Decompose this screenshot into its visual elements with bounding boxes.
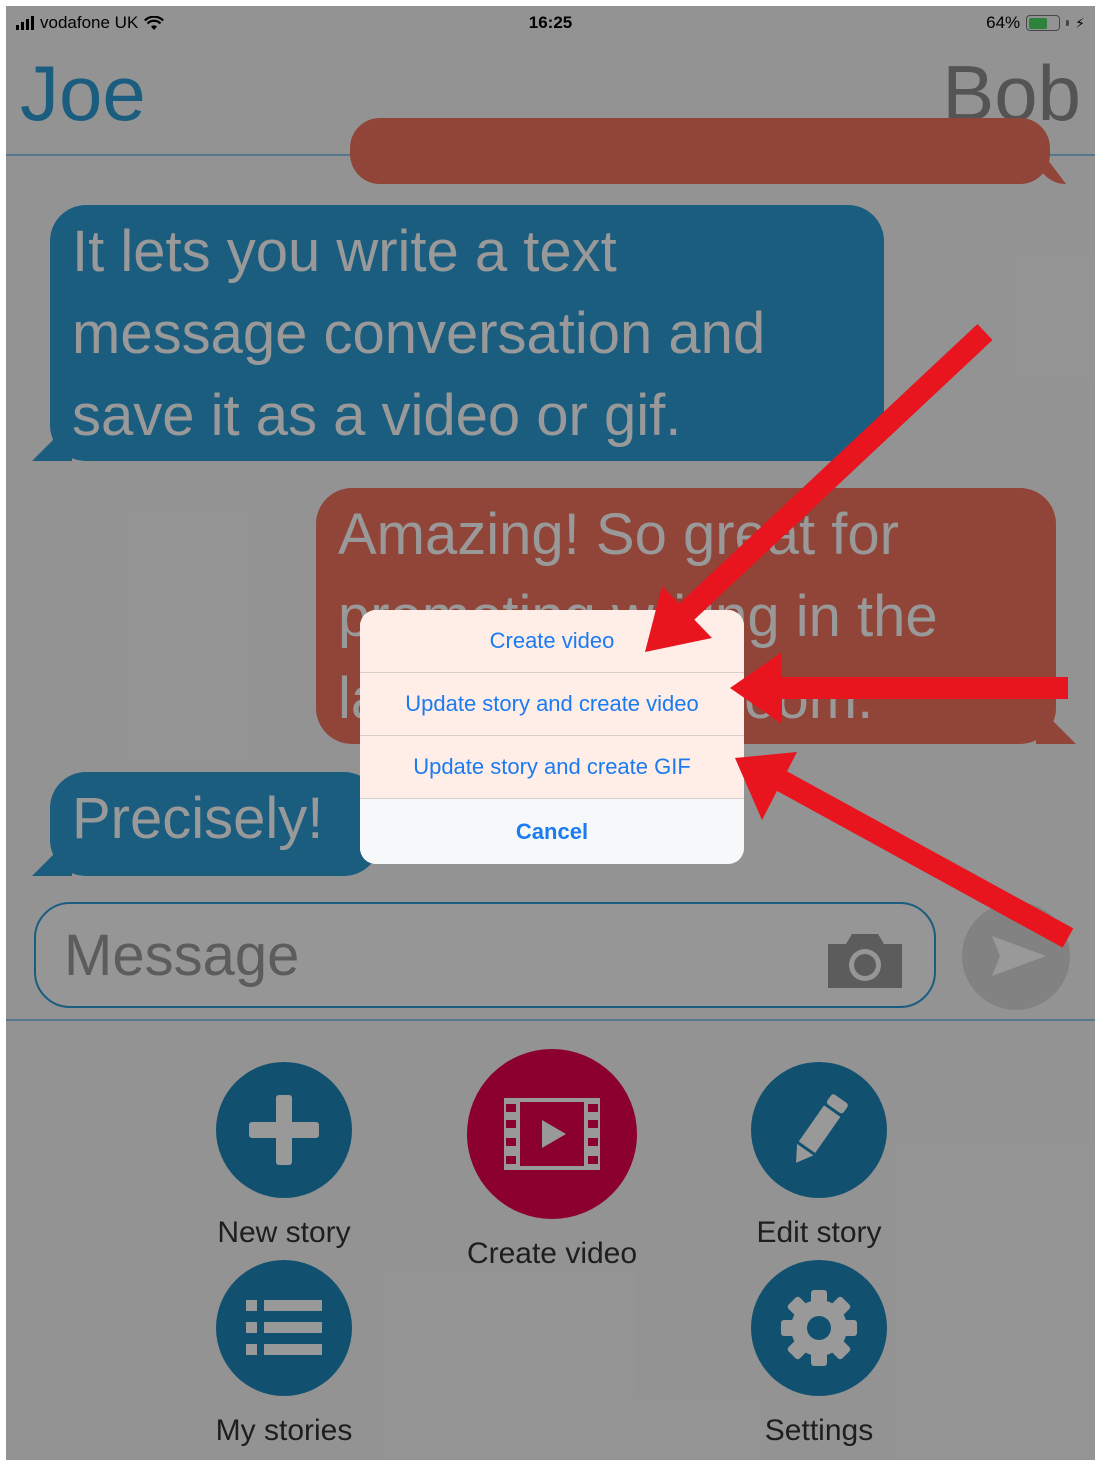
- arrow-to-create-video: [672, 323, 993, 627]
- annotation-arrows: [645, 323, 1074, 948]
- arrowhead-icon: [730, 652, 782, 724]
- arrow-to-update-create-gif: [774, 770, 1074, 948]
